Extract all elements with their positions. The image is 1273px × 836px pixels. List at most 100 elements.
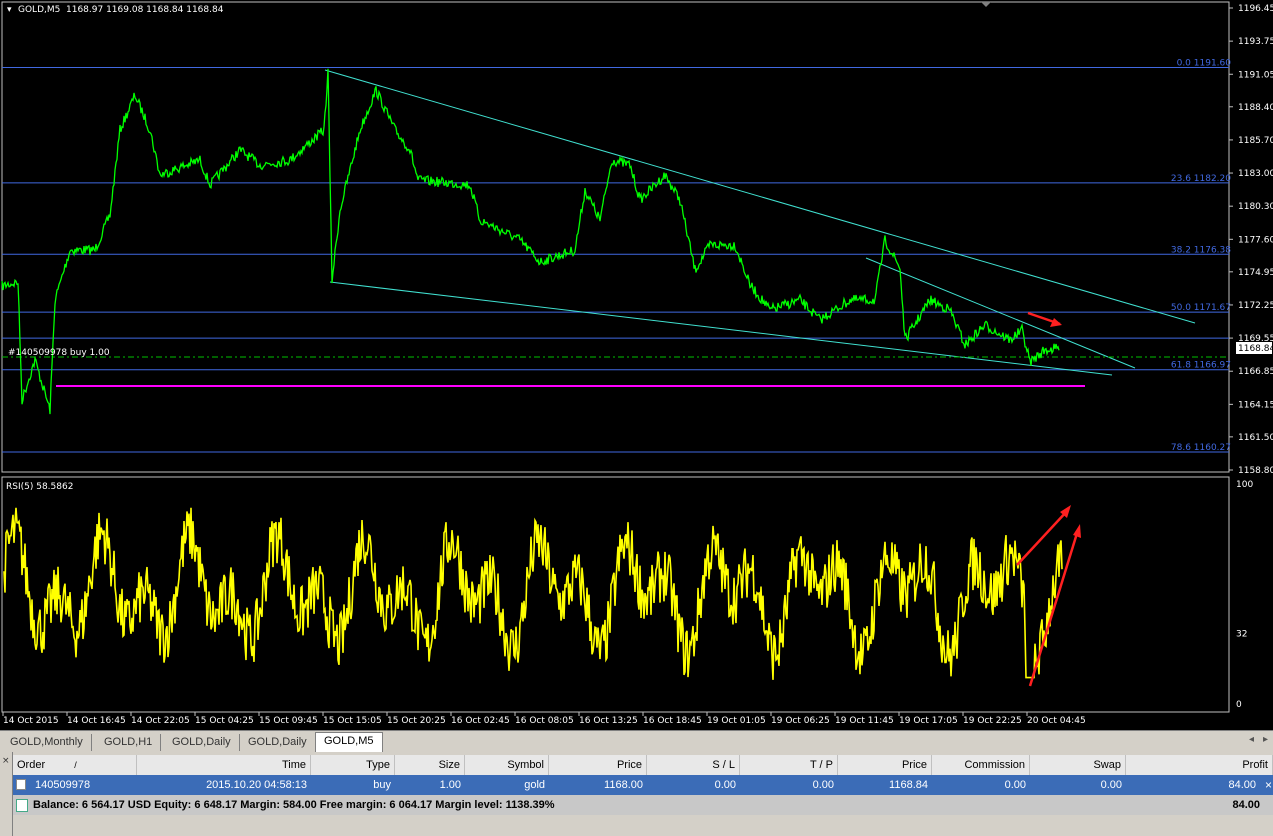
rsi-line (3, 507, 1063, 680)
close-order-icon[interactable]: × (1261, 775, 1273, 795)
price-tick-label: 1191.05 (1238, 70, 1273, 80)
col-price[interactable]: Price (549, 755, 647, 775)
price-tick-label: 1183.00 (1238, 169, 1273, 179)
tab-gold-daily[interactable]: GOLD,Daily (164, 734, 240, 751)
fib-label: 0.0 1191.60 (1177, 59, 1232, 69)
col-sl[interactable]: S / L (647, 755, 740, 775)
order-id: 140509978 (35, 779, 91, 791)
chart-canvas[interactable]: 0.0 1191.60 23.6 1182.20 38.2 1176.38 50.0 … (0, 0, 1273, 730)
order-tp: 0.00 (812, 779, 834, 791)
time-tick-label: 14 Oct 16:45 (67, 716, 126, 726)
chart-shift-marker[interactable] (981, 2, 991, 7)
trendlines[interactable] (324, 69, 1196, 376)
chart-menu-icon[interactable]: ▾ (7, 5, 12, 15)
main-chart-frame (1, 1, 1230, 473)
terminal-sidebar[interactable]: inal × (0, 752, 13, 836)
tab-gold-h1[interactable]: GOLD,H1 (96, 734, 162, 751)
close-icon[interactable]: × (2, 756, 10, 766)
chart-title: GOLD,M5 (18, 5, 60, 15)
order-symbol: gold (524, 779, 545, 791)
price-tick-label: 1193.75 (1238, 37, 1273, 47)
current-price-label: 1168.84 (1238, 344, 1273, 354)
time-tick-label: 19 Oct 06:25 (771, 716, 830, 726)
price-tick-label: 1166.85 (1238, 367, 1273, 377)
order-size: 1.00 (439, 779, 461, 791)
tabs-left-arrow-icon[interactable]: ◂ (1249, 734, 1254, 745)
price-tick-label: 1196.45 (1238, 4, 1273, 14)
ohlc-readout: 1168.97 1169.08 1168.84 1168.84 (66, 5, 224, 15)
col-order[interactable]: Order / (13, 755, 137, 775)
order-cur-price: 1168.84 (889, 779, 928, 791)
terminal-panel: inal × Order / Time Type Size Symbol Pri… (0, 752, 1273, 836)
chart-window[interactable]: 0.0 1191.60 23.6 1182.20 38.2 1176.38 50.0 … (0, 0, 1273, 730)
time-tick-label: 19 Oct 17:05 (899, 716, 958, 726)
time-tick-label: 14 Oct 22:05 (131, 716, 190, 726)
col-commission[interactable]: Commission (932, 755, 1030, 775)
balance-text: Balance: 6 564.17 USD Equity: 6 648.17 M… (33, 799, 555, 811)
fib-label: 61.8 1166.97 (1171, 361, 1231, 371)
upper-trendline[interactable] (324, 69, 1196, 324)
time-tick-label: 20 Oct 04:45 (1027, 716, 1086, 726)
balance-icon (16, 799, 28, 812)
tab-gold-m5[interactable]: GOLD,M5 (315, 732, 383, 752)
time-tick-label: 16 Oct 18:45 (643, 716, 702, 726)
fib-label: 78.6 1160.27 (1171, 443, 1231, 453)
terminal-header: Order / Time Type Size Symbol Price S / … (13, 755, 1273, 776)
tab-gold-daily-2[interactable]: GOLD,Daily (240, 734, 316, 751)
order-profit: 84.00 (1228, 779, 1256, 791)
col-size[interactable]: Size (395, 755, 465, 775)
col-tp[interactable]: T / P (740, 755, 838, 775)
col-time[interactable]: Time (137, 755, 311, 775)
arrow-rsi-up-2 (1028, 529, 1080, 687)
order-label: #140509978 buy 1.00 (8, 348, 110, 358)
rsi-tick-label: 32 (1236, 630, 1247, 640)
time-tick-label: 16 Oct 13:25 (579, 716, 638, 726)
order-swap: 0.00 (1100, 779, 1122, 791)
time-tick-label: 19 Oct 22:25 (963, 716, 1022, 726)
time-tick-label: 15 Oct 04:25 (195, 716, 254, 726)
col-cur-price[interactable]: Price (838, 755, 932, 775)
rsi-tick-label: 0 (1236, 700, 1242, 710)
col-profit[interactable]: Profit (1126, 755, 1273, 775)
time-tick-label: 15 Oct 15:05 (323, 716, 382, 726)
time-axis: 14 Oct 2015 14 Oct 16:45 14 Oct 22:05 15 Oc… (2, 712, 1086, 726)
fib-label: 23.6 1182.20 (1171, 174, 1231, 184)
tab-gold-monthly[interactable]: GOLD,Monthly (2, 734, 92, 751)
price-line (1, 68, 1060, 415)
chart-tabs-bar: GOLD,Monthly GOLD,H1 GOLD,Daily GOLD,Dai… (0, 730, 1273, 753)
arrowhead (1073, 524, 1081, 538)
col-symbol[interactable]: Symbol (465, 755, 549, 775)
rsi-axis: 100 32 0 (1236, 480, 1253, 710)
price-tick-label: 1174.95 (1238, 268, 1273, 278)
price-tick-label: 1172.25 (1238, 301, 1273, 311)
fib-label: 50.0 1171.67 (1171, 303, 1231, 313)
sort-marker-icon: / (74, 760, 77, 770)
time-tick-label: 15 Oct 20:25 (387, 716, 446, 726)
fibonacci-levels: 0.0 1191.60 23.6 1182.20 38.2 1176.38 50.0 … (2, 59, 1231, 453)
time-tick-label: 16 Oct 02:45 (451, 716, 510, 726)
price-tick-label: 1188.40 (1238, 103, 1273, 113)
annotation-arrows (1016, 311, 1081, 687)
order-row[interactable]: 140509978 2015.10.20 04:58:13 buy 1.00 g… (13, 775, 1273, 795)
fib-label: 38.2 1176.38 (1171, 245, 1231, 255)
balance-profit: 84.00 (1232, 799, 1260, 811)
price-axis: 1196.45 1193.75 1191.05 1188.40 1185.70 1183.… (1229, 4, 1273, 476)
price-tick-label: 1158.80 (1238, 466, 1273, 476)
order-price: 1168.00 (604, 779, 643, 791)
time-tick-label: 14 Oct 2015 (3, 716, 59, 726)
order-commission: 0.00 (1004, 779, 1026, 791)
price-tick-label: 1177.60 (1238, 235, 1273, 245)
balance-row: Balance: 6 564.17 USD Equity: 6 648.17 M… (13, 795, 1273, 815)
order-type: buy (373, 779, 391, 791)
col-swap[interactable]: Swap (1030, 755, 1126, 775)
price-tick-label: 1185.70 (1238, 136, 1273, 146)
order-icon (16, 779, 26, 790)
tabs-right-arrow-icon[interactable]: ▸ (1263, 734, 1268, 745)
col-type[interactable]: Type (311, 755, 395, 775)
order-sl: 0.00 (714, 779, 736, 791)
time-tick-label: 15 Oct 09:45 (259, 716, 318, 726)
inner-trendline[interactable] (865, 257, 1136, 369)
time-tick-label: 19 Oct 11:45 (835, 716, 894, 726)
time-tick-label: 16 Oct 08:05 (515, 716, 574, 726)
rsi-tick-label: 100 (1236, 480, 1253, 490)
